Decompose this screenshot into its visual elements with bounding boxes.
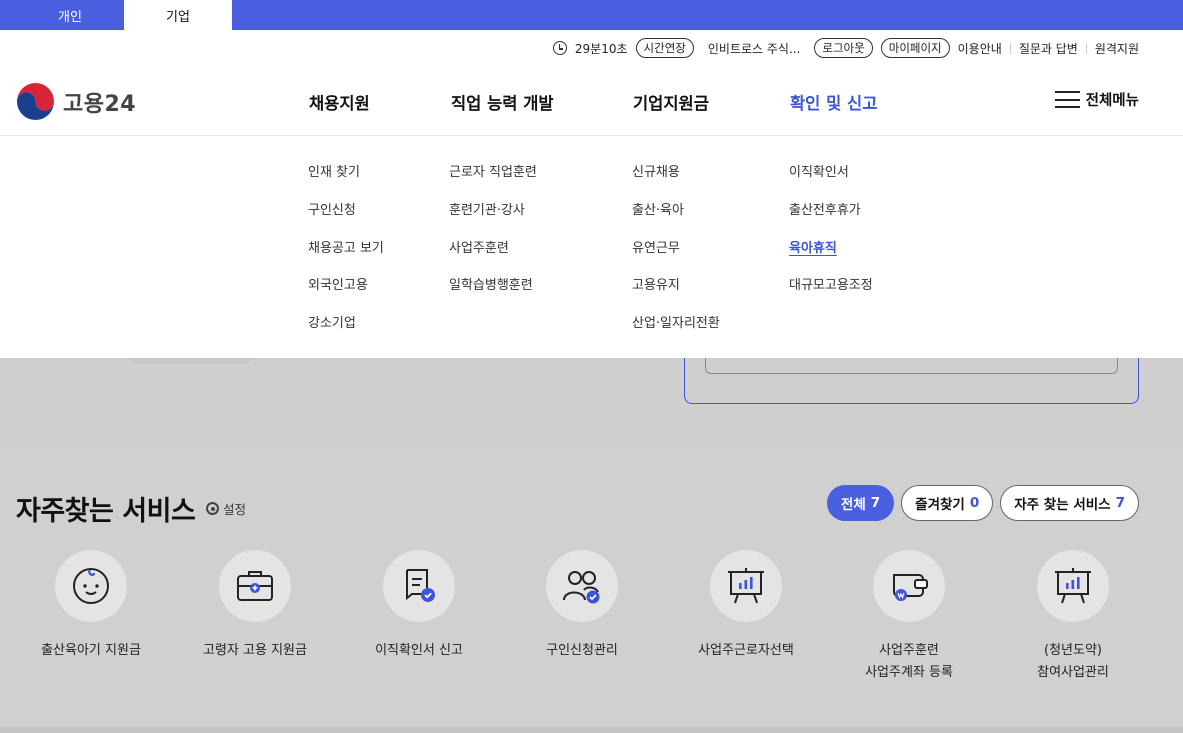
menu-item[interactable]: 유연근무 (632, 237, 720, 275)
taegeuk-logo-icon (16, 82, 55, 121)
tab-personal[interactable]: 개인 (16, 0, 124, 30)
menu-item[interactable]: 강소기업 (308, 312, 384, 350)
filter-label: 전체 (840, 497, 866, 513)
gnb-training[interactable]: 직업 능력 개발 (451, 90, 554, 114)
filter-label: 자주 찾는 서비스 (1014, 497, 1111, 513)
utility-bar: 29분10초 시간연장 인비트로스 주식... 로그아웃 마이페이지 이용안내 … (0, 30, 1183, 66)
menu-item[interactable]: 사업주훈련 (449, 237, 537, 275)
settings-label: 설정 (223, 502, 247, 517)
menu-item[interactable]: 인재 찾기 (308, 161, 384, 199)
service-item[interactable]: 고령자 고용 지원금 (175, 550, 335, 662)
baby-icon (55, 550, 127, 622)
frequent-services-section: 자주찾는 서비스 설정 전체 7 즐겨찾기 0 자주 찾는 서비스 7 출산육아… (0, 449, 1183, 727)
service-label: (청년도약) 참여사업관리 (1037, 643, 1109, 680)
menu-column-confirm-report: 이직확인서 출산전후휴가 육아휴직 대규모고용조정 (789, 161, 873, 312)
menu-item[interactable]: 근로자 직업훈련 (449, 161, 537, 199)
filter-count: 0 (969, 495, 980, 511)
service-item[interactable]: 구인신청관리 (502, 550, 662, 662)
clock-icon (552, 41, 567, 55)
briefcase-icon (219, 550, 291, 622)
service-label: 사업주훈련 사업주계좌 등록 (865, 643, 953, 680)
all-menu-button[interactable]: 전체메뉴 (1054, 89, 1139, 110)
filter-count: 7 (1115, 495, 1125, 511)
gear-icon (206, 502, 219, 515)
gnb-subsidy[interactable]: 기업지원금 (633, 90, 709, 114)
logo-text: 고용24 (63, 91, 137, 117)
service-item[interactable]: 사업주근로자선택 (666, 550, 826, 662)
menu-item[interactable]: 고용유지 (632, 274, 720, 312)
main-header: 고용24 채용지원 직업 능력 개발 기업지원금 확인 및 신고 전체메뉴 (0, 66, 1183, 136)
menu-item[interactable]: 훈련기관·강사 (449, 199, 537, 237)
hamburger-icon (1054, 91, 1080, 109)
service-item[interactable]: (청년도약) 참여사업관리 (993, 550, 1153, 684)
settings-button[interactable]: 설정 (206, 499, 246, 518)
divider (1085, 42, 1087, 54)
service-label: 사업주근로자선택 (698, 643, 794, 658)
menu-item[interactable]: 산업·일자리전환 (632, 312, 720, 350)
mypage-button[interactable]: 마이페이지 (880, 38, 950, 58)
menu-item[interactable]: 일학습병행훈련 (449, 274, 537, 312)
service-item[interactable]: 사업주훈련 사업주계좌 등록 (829, 550, 989, 684)
logout-button[interactable]: 로그아웃 (814, 38, 873, 58)
gnb-recruit[interactable]: 채용지원 (309, 90, 370, 114)
menu-column-subsidy: 신규채용 출산·육아 유연근무 고용유지 산업·일자리전환 (632, 161, 720, 350)
tab-business[interactable]: 기업 (124, 0, 232, 30)
menu-item[interactable]: 대규모고용조정 (789, 274, 873, 312)
menu-column-recruit: 인재 찾기 구인신청 채용공고 보기 외국인고용 강소기업 (308, 161, 384, 350)
service-item[interactable]: 이직확인서 신고 (339, 550, 499, 662)
mega-menu: 인재 찾기 구인신청 채용공고 보기 외국인고용 강소기업 근로자 직업훈련 훈… (0, 136, 1183, 358)
menu-item[interactable]: 이직확인서 (789, 161, 873, 199)
document-check-icon (383, 550, 455, 622)
menu-item[interactable]: 외국인고용 (308, 274, 384, 312)
audience-tab-bar: 개인 기업 (0, 0, 1183, 30)
menu-item[interactable]: 신규채용 (632, 161, 720, 199)
filter-label: 즐겨찾기 (915, 497, 965, 513)
menu-item[interactable]: 출산전후휴가 (789, 199, 873, 237)
all-menu-label: 전체메뉴 (1085, 93, 1139, 109)
service-label: 출산육아기 지원금 (41, 643, 141, 658)
guide-link[interactable]: 이용안내 (958, 40, 1002, 57)
session-timer: 29분10초 (574, 41, 628, 56)
menu-column-training: 근로자 직업훈련 훈련기관·강사 사업주훈련 일학습병행훈련 (449, 161, 537, 312)
footer-edge (0, 727, 1183, 733)
divider (1009, 42, 1011, 54)
service-label: 이직확인서 신고 (375, 643, 463, 658)
filter-group: 전체 7 즐겨찾기 0 자주 찾는 서비스 7 (826, 485, 1139, 521)
menu-item[interactable]: 채용공고 보기 (308, 237, 384, 275)
qna-link[interactable]: 질문과 답변 (1019, 40, 1078, 57)
menu-item[interactable]: 구인신청 (308, 199, 384, 237)
filter-frequent-button[interactable]: 자주 찾는 서비스 7 (1000, 485, 1139, 521)
people-check-icon (546, 550, 618, 622)
menu-item-selected[interactable]: 육아휴직 (789, 237, 873, 275)
filter-favorites-button[interactable]: 즐겨찾기 0 (901, 485, 994, 521)
service-label: 고령자 고용 지원금 (203, 643, 307, 658)
menu-item[interactable]: 출산·육아 (632, 199, 720, 237)
chart-board-icon (1037, 550, 1109, 622)
wallet-icon (873, 550, 945, 622)
logo[interactable]: 고용24 (16, 82, 136, 121)
extend-session-button[interactable]: 시간연장 (635, 38, 694, 58)
section-title: 자주찾는 서비스 (16, 496, 196, 527)
filter-all-button[interactable]: 전체 7 (826, 485, 895, 521)
company-name[interactable]: 인비트로스 주식... (708, 40, 801, 57)
service-item[interactable]: 출산육아기 지원금 (11, 550, 171, 662)
remote-support-link[interactable]: 원격지원 (1095, 40, 1139, 57)
service-label: 구인신청관리 (546, 643, 618, 658)
chart-board-icon (710, 550, 782, 622)
filter-count: 7 (870, 495, 881, 511)
gnb-confirm-report[interactable]: 확인 및 신고 (790, 90, 877, 114)
